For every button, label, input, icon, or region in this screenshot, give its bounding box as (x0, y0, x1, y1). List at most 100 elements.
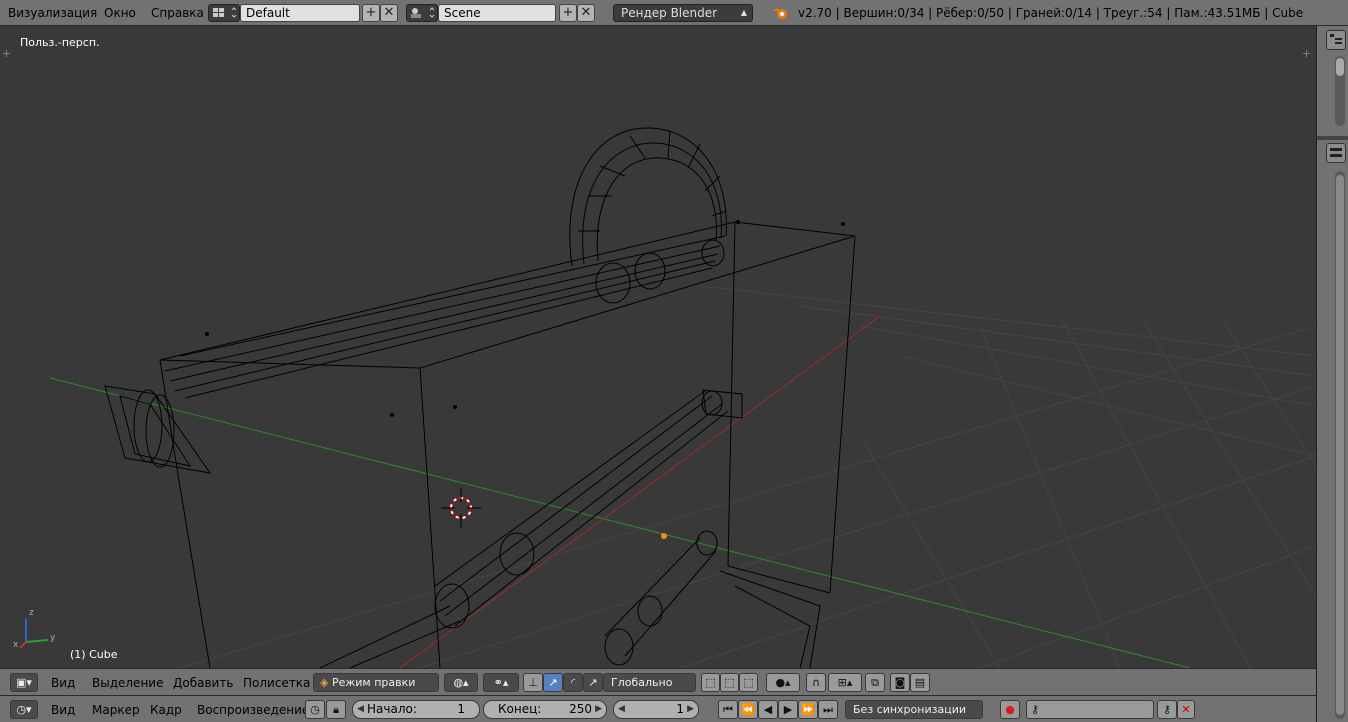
timeline-menu-playback[interactable]: Воспроизведение (197, 703, 309, 717)
scene-name-field[interactable]: Scene (438, 4, 556, 22)
info-header: Визуализация Окно Справка Default + ✕ Sc… (0, 0, 1348, 26)
sync-mode-dropdown[interactable]: Без синхронизации (845, 700, 983, 719)
chevron-updown-icon: ▲ (740, 8, 747, 17)
cube-icon: ▣▾ (16, 676, 32, 689)
menu-mesh[interactable]: Полисетка (243, 676, 310, 690)
properties-editor-button[interactable] (1326, 143, 1346, 163)
menu-help[interactable]: Справка (151, 6, 204, 20)
layers-button[interactable]: ⧉ (865, 673, 885, 692)
next-keyframe-button[interactable]: ⏩ (798, 700, 818, 719)
chevron-left-icon[interactable]: ◀ (357, 701, 364, 718)
keying-set-field[interactable]: ⚷ (1026, 700, 1154, 719)
axis-x-label: x (13, 640, 19, 650)
snap-grid-icon: ⊞▴ (837, 676, 853, 689)
3d-view-header: ▣▾ Вид Выделение Добавить Полисетка ◈ Ре… (0, 668, 1316, 695)
current-frame-field[interactable]: ◀ 1 ▶ (613, 700, 699, 719)
plus-icon[interactable]: + (2, 47, 11, 60)
region-divider[interactable] (1317, 136, 1348, 140)
vertex-select-button[interactable]: ⬚ (701, 673, 720, 692)
menu-select[interactable]: Выделение (92, 676, 163, 690)
orientation-label: Глобально (611, 676, 673, 689)
add-scene-button[interactable]: + (559, 4, 577, 22)
timeline-menu-frame[interactable]: Кадр (150, 703, 182, 717)
clock-icon: ◷ (310, 703, 320, 716)
menu-window[interactable]: Окно (104, 6, 136, 20)
properties-scrollbar[interactable] (1335, 171, 1345, 719)
delete-scene-button[interactable]: ✕ (577, 4, 595, 22)
layout-selector[interactable] (208, 4, 240, 22)
transform-orientation-dropdown[interactable]: Глобально (603, 673, 696, 692)
outliner-editor-button[interactable] (1326, 30, 1346, 50)
end-frame-value: 250 (569, 702, 592, 716)
start-frame-label: Начало: (367, 702, 417, 716)
delete-layout-button[interactable]: ✕ (380, 4, 398, 22)
menu-view[interactable]: Вид (51, 676, 75, 690)
3d-viewport[interactable]: + + Польз.-персп. (1) Cube z y x (0, 26, 1316, 668)
key-delete-icon: ✕ (1181, 703, 1191, 716)
lock-icon: 🔒︎ (333, 703, 339, 716)
rotate-manipulator-button[interactable]: ◜ (563, 673, 583, 692)
scale-manipulator-button[interactable]: ↗ (583, 673, 603, 692)
key-icon: ⚷ (1031, 703, 1040, 716)
chevron-right-icon[interactable]: ▶ (687, 701, 694, 718)
end-frame-field[interactable]: Конец: 250 ▶ (483, 700, 607, 719)
menu-render[interactable]: Визуализация (8, 6, 97, 20)
jump-start-button[interactable]: ⏮ (718, 700, 738, 719)
axis-y-label: y (50, 633, 56, 643)
jump-start-icon: ⏮ (723, 703, 733, 716)
face-select-button[interactable]: ⬚ (739, 673, 758, 692)
viewport-shading-dropdown[interactable]: ◍▴ (444, 673, 478, 692)
preview-range-button[interactable]: ◷ (305, 700, 325, 719)
add-layout-button[interactable]: + (362, 4, 380, 22)
layout-name-field[interactable]: Default (240, 4, 360, 22)
play-reverse-button[interactable]: ◀ (758, 700, 778, 719)
lock-range-button[interactable]: 🔒︎ (326, 700, 346, 719)
auto-keying-button[interactable]: ● (1000, 700, 1020, 719)
editor-type-button[interactable]: ▣▾ (10, 673, 38, 692)
sync-mode-label: Без синхронизации (853, 703, 966, 716)
prev-keyframe-button[interactable]: ⏪ (738, 700, 758, 719)
3d-cursor-icon[interactable] (441, 488, 481, 528)
outliner-scrollbar[interactable] (1335, 56, 1345, 126)
edge-select-button[interactable]: ⬚ (720, 673, 739, 692)
x-axis-line (399, 315, 881, 668)
plus-icon: + (562, 5, 574, 20)
key-insert-icon: ⚷ (1162, 703, 1172, 716)
scene-canvas[interactable]: + + (0, 26, 1316, 668)
layers-icon: ⧉ (871, 676, 879, 689)
chevron-right-icon[interactable]: ▶ (595, 701, 602, 718)
snap-element-dropdown[interactable]: ⊞▴ (828, 673, 862, 692)
insert-keyframe-button[interactable]: ⚷ (1157, 700, 1177, 719)
menu-add[interactable]: Добавить (173, 676, 233, 690)
timeline-menu-marker[interactable]: Маркер (92, 703, 140, 717)
play-button[interactable]: ▶ (778, 700, 798, 719)
edit-mode-icon: ◈ (320, 676, 329, 689)
chevron-left-icon[interactable]: ◀ (618, 701, 625, 718)
pivot-icon: ⚭▴ (493, 676, 509, 689)
pivot-point-dropdown[interactable]: ⚭▴ (483, 673, 519, 692)
opengl-render-button[interactable]: ◙ (890, 673, 910, 692)
timeline-menu-view[interactable]: Вид (51, 703, 75, 717)
delete-keyframe-button[interactable]: ✕ (1177, 700, 1195, 719)
render-engine-dropdown[interactable]: Рендер Blender ▲ (613, 4, 753, 22)
close-icon: ✕ (580, 5, 592, 20)
timeline-editor-type-button[interactable]: ◷▾ (10, 700, 38, 719)
plus-icon[interactable]: + (1302, 47, 1311, 60)
axis-z-label: z (29, 608, 34, 618)
opengl-animation-button[interactable]: ▤ (910, 673, 930, 692)
proportional-edit-dropdown[interactable]: ●▴ (766, 673, 800, 692)
mode-dropdown[interactable]: ◈ Режим правки (313, 673, 439, 692)
rotate-icon: ◜ (570, 676, 576, 689)
play-icon: ▶ (783, 703, 793, 716)
object-origin[interactable] (661, 533, 667, 539)
vertex-select-icon: ⬚ (705, 676, 716, 689)
manipulator-toggle[interactable]: ⊥ (523, 673, 543, 692)
start-frame-field[interactable]: ◀ Начало: 1 (352, 700, 480, 719)
translate-manipulator-button[interactable]: ↗ (543, 673, 563, 692)
scale-icon: ↗ (588, 676, 598, 689)
manipulator-icon: ⊥ (528, 676, 538, 689)
snap-toggle[interactable]: ∩ (806, 673, 826, 692)
scene-selector[interactable] (406, 4, 438, 22)
floor-grid (179, 285, 1316, 668)
jump-end-button[interactable]: ⏭ (818, 700, 838, 719)
